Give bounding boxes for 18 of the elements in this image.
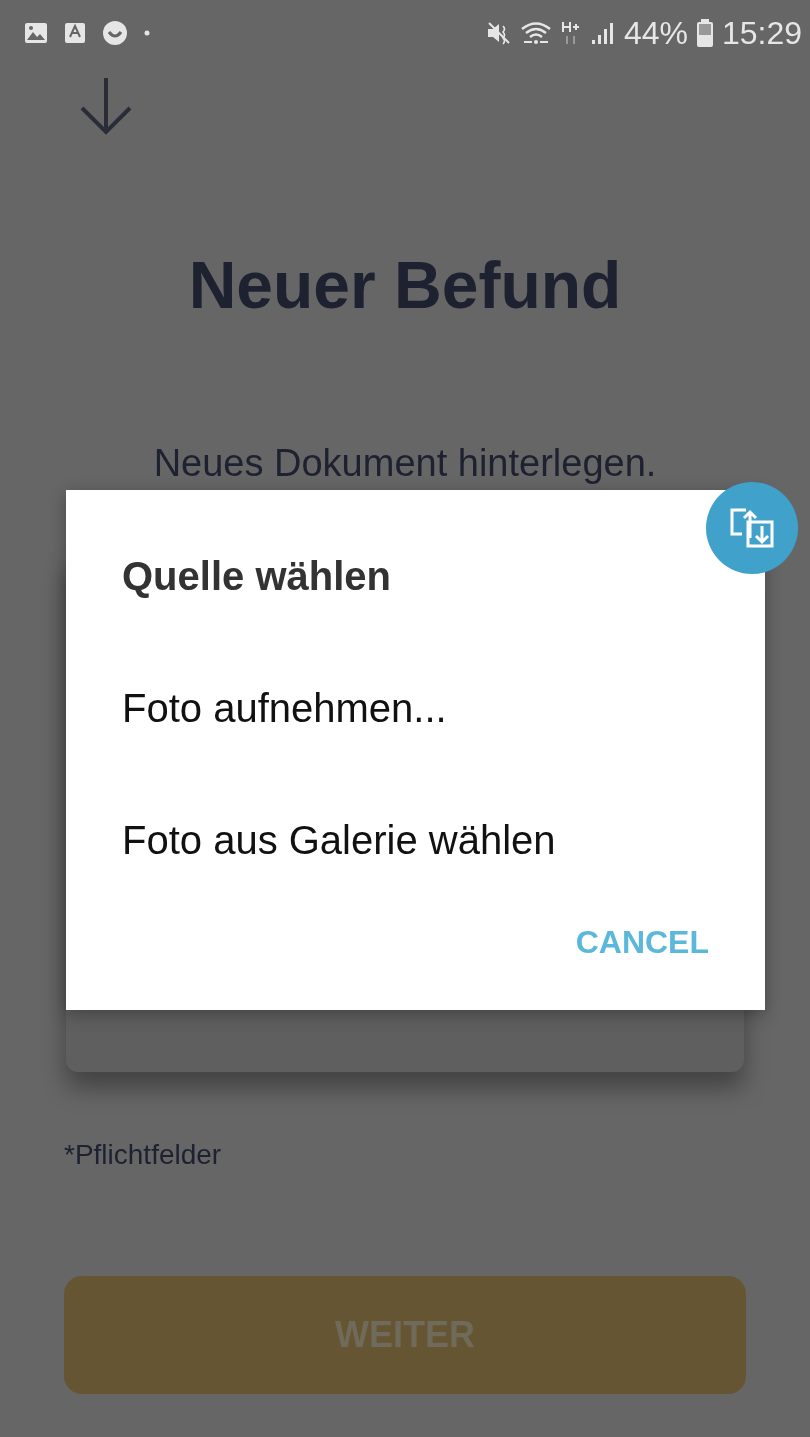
network-type-icon	[559, 20, 582, 46]
dialog-title: Quelle wählen	[122, 553, 392, 600]
dot-icon	[144, 30, 150, 36]
mute-icon	[485, 20, 512, 46]
page-subtitle: Neues Dokument hinterlegen.	[152, 441, 658, 486]
smile-notification-icon	[102, 20, 128, 46]
image-notification-icon	[24, 22, 48, 44]
down-arrow-icon[interactable]	[78, 76, 134, 136]
page-title: Neuer Befund	[187, 247, 623, 324]
dialog-option[interactable]: Foto aufnehmen...	[66, 642, 765, 774]
dialog-option[interactable]: Foto aus Galerie wählen	[66, 774, 765, 906]
status-time: 15:29	[721, 17, 802, 49]
required-fields-note: *Pflichtfelder	[64, 1138, 223, 1172]
battery-icon	[695, 19, 714, 47]
signal-icon	[589, 20, 616, 46]
text-notification-icon	[64, 22, 86, 44]
wifi-icon	[519, 20, 552, 46]
battery-percentage: 44%	[623, 17, 688, 49]
